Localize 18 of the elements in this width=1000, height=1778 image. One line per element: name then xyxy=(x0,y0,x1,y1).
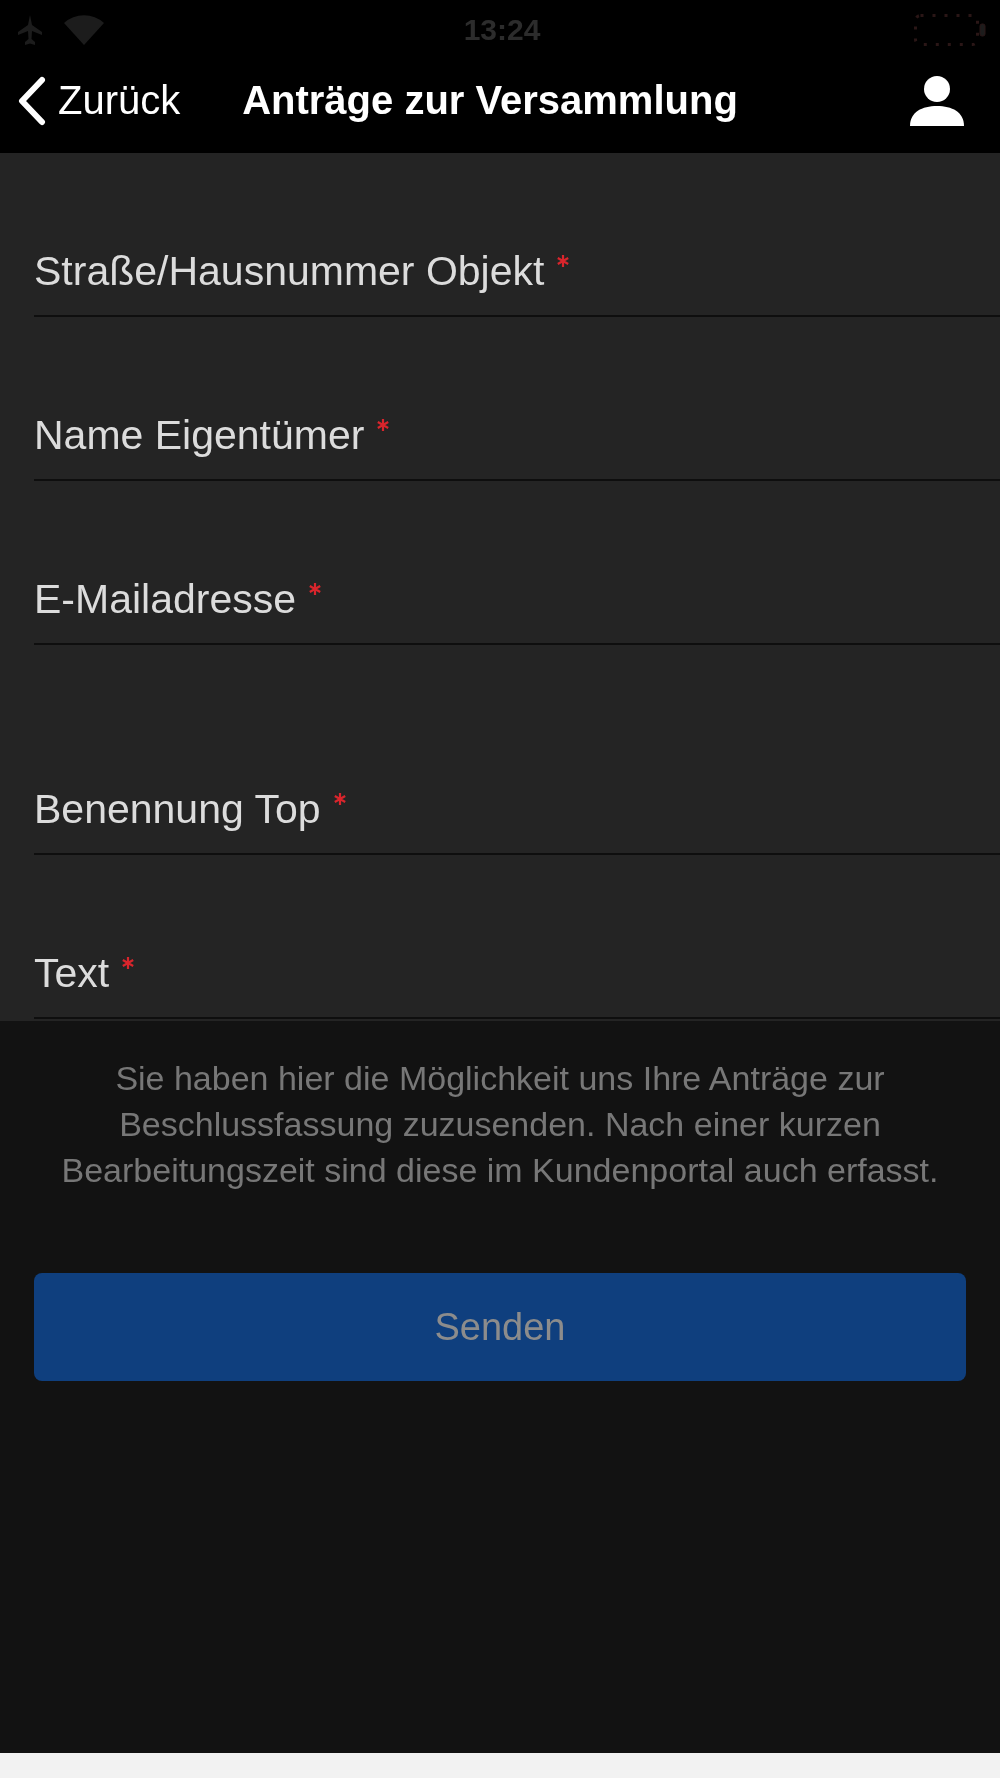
field-label: Straße/Hausnummer Objekt xyxy=(34,247,545,295)
info-text: Sie haben hier die Möglichkeit uns Ihre Anträge zur Beschlussfassung zuzusenden. Nach einer kurzen Bearbeitungszeit sind diese im Kundenportal auch erfasst. xyxy=(60,1058,940,1191)
field-label: Name Eigentümer xyxy=(34,411,365,459)
chevron-left-icon xyxy=(16,75,46,126)
input-field[interactable]: Benennung Top xyxy=(34,691,1000,855)
field-label: Benennung Top xyxy=(34,785,321,833)
field-label: Text xyxy=(34,949,110,997)
input-field[interactable]: Name Eigentümer xyxy=(34,317,1000,481)
battery-icon xyxy=(914,14,986,46)
back-button[interactable]: Zurück xyxy=(16,75,181,126)
input-field[interactable]: Straße/Hausnummer Objekt xyxy=(34,153,1000,317)
screen-title: Anträge zur Versammlung xyxy=(242,78,738,123)
wifi-icon xyxy=(64,15,104,45)
airplane-icon xyxy=(18,15,42,45)
field-label: E-Mailadresse xyxy=(34,575,297,623)
person-icon[interactable] xyxy=(910,75,964,126)
input-field[interactable]: E-Mailadresse xyxy=(34,481,1000,645)
input-field[interactable]: Text xyxy=(34,855,1000,1019)
